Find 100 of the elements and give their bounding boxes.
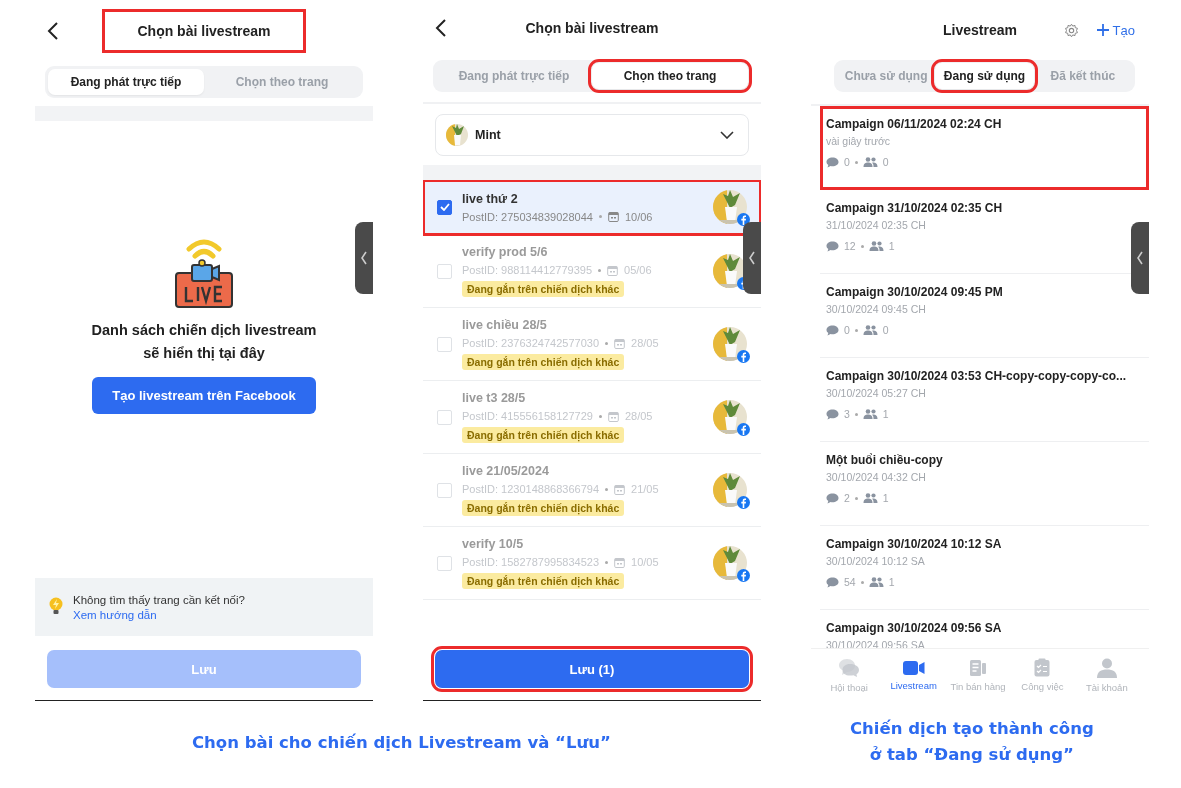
clipboard-icon <box>1034 658 1051 677</box>
viewer-count: 0 <box>882 156 889 168</box>
campaign-time: vài giây trước <box>826 135 891 147</box>
post-date: 10/06 <box>624 210 653 223</box>
separator-dot <box>605 487 608 491</box>
campaign-title: Campaign 06/11/2024 02:24 CH <box>826 117 1002 131</box>
post-id: PostID: 1582787995834523 <box>462 556 599 568</box>
post-date: 28/05 <box>624 410 653 422</box>
document-icon <box>969 658 987 677</box>
post-title: verify prod 5/6 <box>462 245 548 259</box>
status-tag: Đang gắn trên chiến dịch khác <box>462 281 625 297</box>
social-badge-icon <box>737 350 750 363</box>
comment-count: 54 <box>844 576 856 588</box>
campaign-time: 30/10/2024 05:27 CH <box>826 387 926 399</box>
social-badge-icon <box>737 213 750 226</box>
campaign-time: 30/10/2024 09:45 CH <box>826 303 926 315</box>
viewer-count: 1 <box>888 240 895 252</box>
floating-side-menu[interactable] <box>355 222 373 294</box>
comment-count: 2 <box>844 492 850 504</box>
caption: Chiến dịch tạo thành công ở tab “Đang sử dụng” <box>850 718 1094 766</box>
page-name: Mint <box>475 128 502 142</box>
post-id: PostID: 2376324742577030 <box>462 337 599 349</box>
create-button[interactable]: Tạo <box>1096 22 1135 38</box>
campaign-time: 30/10/2024 10:12 SA <box>826 555 925 567</box>
tab[interactable]: Đang phát trực tiếp <box>48 69 204 95</box>
separator-dot <box>854 160 858 164</box>
status-tag: Đang gắn trên chiến dịch khác <box>462 500 625 516</box>
viewer-count: 1 <box>882 492 889 504</box>
comment-count: 3 <box>844 408 850 420</box>
tab[interactable]: Chưa sử dụng <box>837 63 936 89</box>
post-id: PostID: 275034839028044 <box>462 210 593 223</box>
separator-dot <box>860 244 864 248</box>
status-tag: Đang gắn trên chiến dịch khác <box>462 573 625 589</box>
post-date: 05/06 <box>624 264 652 276</box>
post-date: 10/05 <box>631 556 659 568</box>
comment-icon <box>826 492 839 504</box>
settings-icon[interactable] <box>1063 22 1079 38</box>
calendar-icon <box>607 211 619 222</box>
post-title: live 21/05/2024 <box>462 464 549 478</box>
post-title: live t3 28/5 <box>462 391 526 405</box>
post-row[interactable]: live thứ 2 PostID: 275034839028044 10/06 <box>423 180 761 235</box>
calendar-icon <box>614 483 625 495</box>
caption: Chọn bài cho chiến dịch Livestream và “Lưu” <box>192 732 611 754</box>
post-title: live thứ 2 <box>462 191 518 206</box>
separator-dot <box>860 580 864 584</box>
create-livestream-button[interactable]: Tạo livestream trên Facebook <box>92 377 316 414</box>
campaign-title: Campaign 30/10/2024 09:45 PM <box>826 285 1003 299</box>
plus-icon <box>1096 24 1109 36</box>
floating-side-menu[interactable] <box>1131 222 1149 294</box>
campaign-row[interactable]: Campaign 06/11/2024 02:24 CH vài giây trước 0 0 <box>820 106 1149 190</box>
post-id: PostID: 415556158127729 <box>462 410 593 422</box>
separator-dot <box>598 414 602 418</box>
calendar-icon <box>607 410 619 422</box>
separator-dot <box>605 341 608 345</box>
people-icon <box>868 241 884 251</box>
chat-bubbles-icon <box>838 657 861 678</box>
back-icon[interactable] <box>47 22 59 40</box>
separator-dot <box>854 412 858 416</box>
screen-title: Chọn bài livestream <box>524 20 660 36</box>
people-icon <box>862 409 878 419</box>
campaign-row[interactable]: Campaign 30/10/2024 10:12 SA 30/10/2024 10:12 SA 54 1 <box>820 526 1149 610</box>
calendar-icon <box>614 337 625 349</box>
back-icon[interactable] <box>435 19 447 37</box>
screen-title: Livestream <box>943 22 1017 38</box>
comment-icon <box>826 240 839 252</box>
lightbulb-icon <box>49 597 63 617</box>
guide-link[interactable]: Xem hướng dẫn <box>73 608 245 621</box>
floating-side-menu[interactable] <box>743 222 761 294</box>
viewer-count: 1 <box>888 576 895 588</box>
people-icon <box>868 577 884 587</box>
campaign-time: 30/10/2024 04:32 CH <box>826 471 926 483</box>
separator-dot <box>598 215 602 218</box>
chevron-down-icon <box>720 131 734 139</box>
comment-icon <box>826 408 839 420</box>
separator-dot <box>854 328 858 332</box>
campaign-title: Campaign 30/10/2024 03:53 CH-copy-copy-copy-co... <box>826 369 1127 383</box>
campaign-row[interactable]: Campaign 30/10/2024 03:53 CH-copy-copy-copy-co... 30/10/2024 05:27 CH 3 1 <box>820 358 1149 442</box>
empty-message: Danh sách chiến dịch livestream sẽ hiển thị tại đây <box>91 321 317 363</box>
chevron-left-icon <box>360 251 368 265</box>
post-date: 21/05 <box>631 483 659 495</box>
post-date: 28/05 <box>631 337 659 349</box>
checkbox[interactable] <box>437 199 452 215</box>
campaign-time: 31/10/2024 02:35 CH <box>826 219 926 231</box>
social-badge-icon <box>737 423 750 436</box>
tab[interactable]: Chọn theo trang <box>204 69 360 95</box>
tab[interactable]: Đã kết thúc <box>1033 63 1132 89</box>
comment-count: 0 <box>844 324 850 336</box>
separator-dot <box>598 268 602 272</box>
people-icon <box>862 325 878 335</box>
comment-count: 0 <box>844 156 850 168</box>
post-id: PostID: 988114412779395 <box>462 264 593 276</box>
comment-icon <box>826 324 839 336</box>
comment-icon <box>826 156 839 168</box>
campaign-title: Một buổi chiều-copy <box>826 453 943 467</box>
separator-dot <box>605 560 608 564</box>
page-dropdown[interactable]: Mint <box>435 114 749 156</box>
tab[interactable]: Đang phát trực tiếp <box>436 63 592 89</box>
post-id: PostID: 1230148868366794 <box>462 483 599 495</box>
campaign-row[interactable]: Một buổi chiều-copy 30/10/2024 04:32 CH 2 1 <box>820 442 1149 526</box>
nav-tab[interactable]: Livestream <box>881 649 946 701</box>
